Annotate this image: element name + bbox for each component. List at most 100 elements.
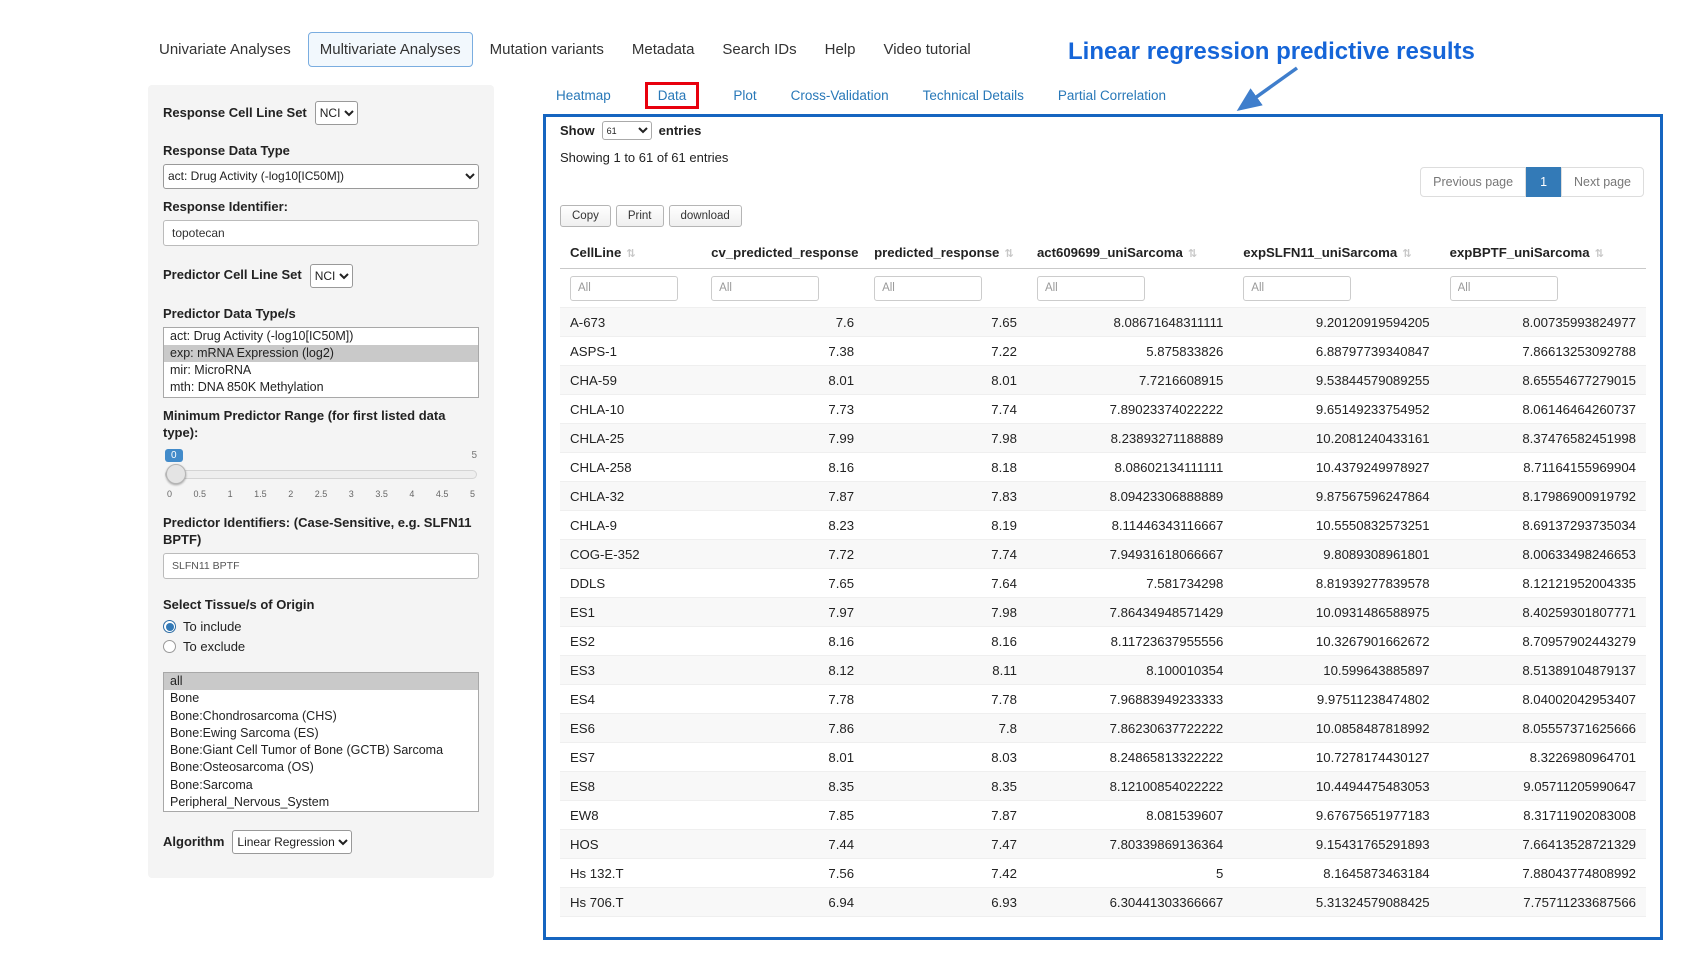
nav-tab-metadata[interactable]: Metadata: [621, 33, 706, 66]
column-header-label: expSLFN11_uniSarcoma: [1243, 245, 1397, 260]
cell-value: 7.88043774808992: [1440, 859, 1646, 888]
filter-input-act609699-unisarcoma[interactable]: [1037, 276, 1145, 301]
filter-input-cellline[interactable]: [570, 276, 678, 301]
min-predictor-range-slider[interactable]: 0 5 00.511.522.533.544.55: [165, 449, 477, 505]
predictor-data-type-option-mth-dna-850k-methylation[interactable]: mth: DNA 850K Methylation: [164, 379, 478, 396]
sort-both-icon: ⇅: [1188, 248, 1197, 260]
tissue-option-bone-ewing-sarcoma-es[interactable]: Bone:Ewing Sarcoma (ES): [164, 725, 478, 742]
radio-label: To include: [183, 619, 242, 634]
radio-button-icon: [163, 620, 176, 633]
predictor-data-type-option-act-drug-activity-log10-ic50m[interactable]: act: Drug Activity (-log10[IC50M]): [164, 328, 478, 345]
previous-page-button[interactable]: Previous page: [1420, 167, 1526, 197]
column-header-expslfn11-unisarcoma[interactable]: expSLFN11_uniSarcoma ⇅: [1233, 237, 1439, 269]
tissue-option-all[interactable]: all: [164, 673, 478, 690]
slider-handle[interactable]: [166, 464, 186, 484]
slider-tick-label: 2: [288, 489, 293, 499]
filter-input-cv-predicted-response[interactable]: [711, 276, 819, 301]
tissue-option-bone[interactable]: Bone: [164, 690, 478, 707]
tissue-option-peripheral-nervous-system[interactable]: Peripheral_Nervous_System: [164, 794, 478, 811]
tab-data[interactable]: Data: [645, 82, 700, 109]
cell-value: 7.65: [701, 569, 864, 598]
column-header-expbptf-unisarcoma[interactable]: expBPTF_uniSarcoma⇅: [1440, 237, 1646, 269]
filter-input-expbptf-unisarcoma[interactable]: [1450, 276, 1558, 301]
table-row: ES78.018.038.2486581332222210.7278174430…: [560, 743, 1646, 772]
table-row: DDLS7.657.647.5817342988.819392778395788…: [560, 569, 1646, 598]
column-header-predicted-response[interactable]: predicted_response⇅: [864, 237, 1027, 269]
cell-value: 7.72: [701, 540, 864, 569]
sort-both-icon: ⇅: [626, 248, 635, 260]
response-identifier-label: Response Identifier:: [163, 199, 479, 216]
nav-tab-univariate-analyses[interactable]: Univariate Analyses: [148, 33, 302, 66]
sort-both-icon: ⇅: [1402, 248, 1411, 260]
tissue-radio-to-exclude[interactable]: To exclude: [163, 639, 479, 654]
tissue-listbox: allBoneBone:Chondrosarcoma (CHS)Bone:Ewi…: [163, 672, 479, 812]
tab-plot[interactable]: Plot: [733, 88, 756, 103]
tissue-option-bone-osteosarcoma-os[interactable]: Bone:Osteosarcoma (OS): [164, 759, 478, 776]
tissue-option-bone-giant-cell-tumor-of-bone-gctb-sarcoma[interactable]: Bone:Giant Cell Tumor of Bone (GCTB) Sar…: [164, 742, 478, 759]
slider-track[interactable]: [165, 470, 477, 479]
cell-value: 6.88797739340847: [1233, 337, 1439, 366]
predictor-cell-line-set-label: Predictor Cell Line Set: [163, 267, 302, 284]
tissue-option-bone-chondrosarcoma-chs[interactable]: Bone:Chondrosarcoma (CHS): [164, 708, 478, 725]
tissue-origin-label: Select Tissue/s of Origin: [163, 597, 479, 614]
cell-value: 8.01: [701, 743, 864, 772]
nav-tab-help[interactable]: Help: [814, 33, 867, 66]
cell-value: 7.74: [864, 395, 1027, 424]
cell-value: 7.42: [864, 859, 1027, 888]
column-header-cellline[interactable]: CellLine⇅: [560, 237, 701, 269]
tab-cross-validation[interactable]: Cross-Validation: [791, 88, 889, 103]
cell-value: 8.19: [864, 511, 1027, 540]
predictor-identifiers-input[interactable]: [163, 553, 479, 579]
cell-value: 8.51389104879137: [1440, 656, 1646, 685]
cell-value: 5.875833826: [1027, 337, 1233, 366]
cell-value: 8.100010354: [1027, 656, 1233, 685]
cell-value: 8.01: [701, 366, 864, 395]
annotation-text: Linear regression predictive results: [1068, 38, 1475, 66]
predictor-data-type-option-mir-microrna[interactable]: mir: MicroRNA: [164, 362, 478, 379]
current-page-button[interactable]: 1: [1526, 167, 1561, 197]
algorithm-select[interactable]: Linear Regression: [232, 830, 352, 854]
filter-input-predicted-response[interactable]: [874, 276, 982, 301]
cell-value: 8.71164155969904: [1440, 453, 1646, 482]
cell-value: 7.87: [864, 801, 1027, 830]
entries-count-select[interactable]: 61: [602, 121, 652, 140]
nav-tab-multivariate-analyses[interactable]: Multivariate Analyses: [308, 32, 473, 67]
tissue-radio-to-include[interactable]: To include: [163, 619, 479, 634]
cell-value: 8.16: [701, 627, 864, 656]
cell-value: 9.8089308961801: [1233, 540, 1439, 569]
predictor-cell-line-set-select[interactable]: NCI: [310, 264, 353, 288]
cell-value: 8.11: [864, 656, 1027, 685]
copy-button[interactable]: Copy: [560, 205, 611, 227]
cell-value: 10.4379249978927: [1233, 453, 1439, 482]
nav-tab-search-ids[interactable]: Search IDs: [711, 33, 807, 66]
cell-line-name: ES3: [560, 656, 701, 685]
response-identifier-input[interactable]: [163, 220, 479, 246]
column-header-act609699-unisarcoma[interactable]: act609699_uniSarcoma⇅: [1027, 237, 1233, 269]
cell-value: 7.83: [864, 482, 1027, 511]
nav-tab-mutation-variants[interactable]: Mutation variants: [479, 33, 615, 66]
response-data-type-select[interactable]: act: Drug Activity (-log10[IC50M]): [163, 164, 479, 189]
tab-partial-correlation[interactable]: Partial Correlation: [1058, 88, 1166, 103]
tab-technical-details[interactable]: Technical Details: [923, 88, 1024, 103]
download-button[interactable]: download: [669, 205, 742, 227]
nav-tab-video-tutorial[interactable]: Video tutorial: [872, 33, 981, 66]
column-header-cv-predicted-response[interactable]: cv_predicted_response⇅: [701, 237, 864, 269]
print-button[interactable]: Print: [616, 205, 664, 227]
predictor-data-type-option-exp-mrna-expression-log2[interactable]: exp: mRNA Expression (log2): [164, 345, 478, 362]
table-row: Hs 706.T6.946.936.304413033666675.313245…: [560, 888, 1646, 917]
next-page-button[interactable]: Next page: [1561, 167, 1644, 197]
show-label: Show: [560, 123, 595, 138]
filter-input-expslfn11-unisarcoma[interactable]: [1243, 276, 1351, 301]
cell-value: 7.47: [864, 830, 1027, 859]
tissue-option-bone-sarcoma[interactable]: Bone:Sarcoma: [164, 777, 478, 794]
response-cell-line-set-select[interactable]: NCI: [315, 101, 358, 125]
cell-line-name: ASPS-1: [560, 337, 701, 366]
cell-value: 8.11723637955556: [1027, 627, 1233, 656]
cell-line-name: DDLS: [560, 569, 701, 598]
cell-value: 5: [1027, 859, 1233, 888]
cell-value: 7.96883949233333: [1027, 685, 1233, 714]
tab-heatmap[interactable]: Heatmap: [556, 88, 611, 103]
predictor-data-types-listbox: act: Drug Activity (-log10[IC50M])exp: m…: [163, 327, 479, 398]
cell-value: 7.64: [864, 569, 1027, 598]
cell-value: 6.30441303366667: [1027, 888, 1233, 917]
